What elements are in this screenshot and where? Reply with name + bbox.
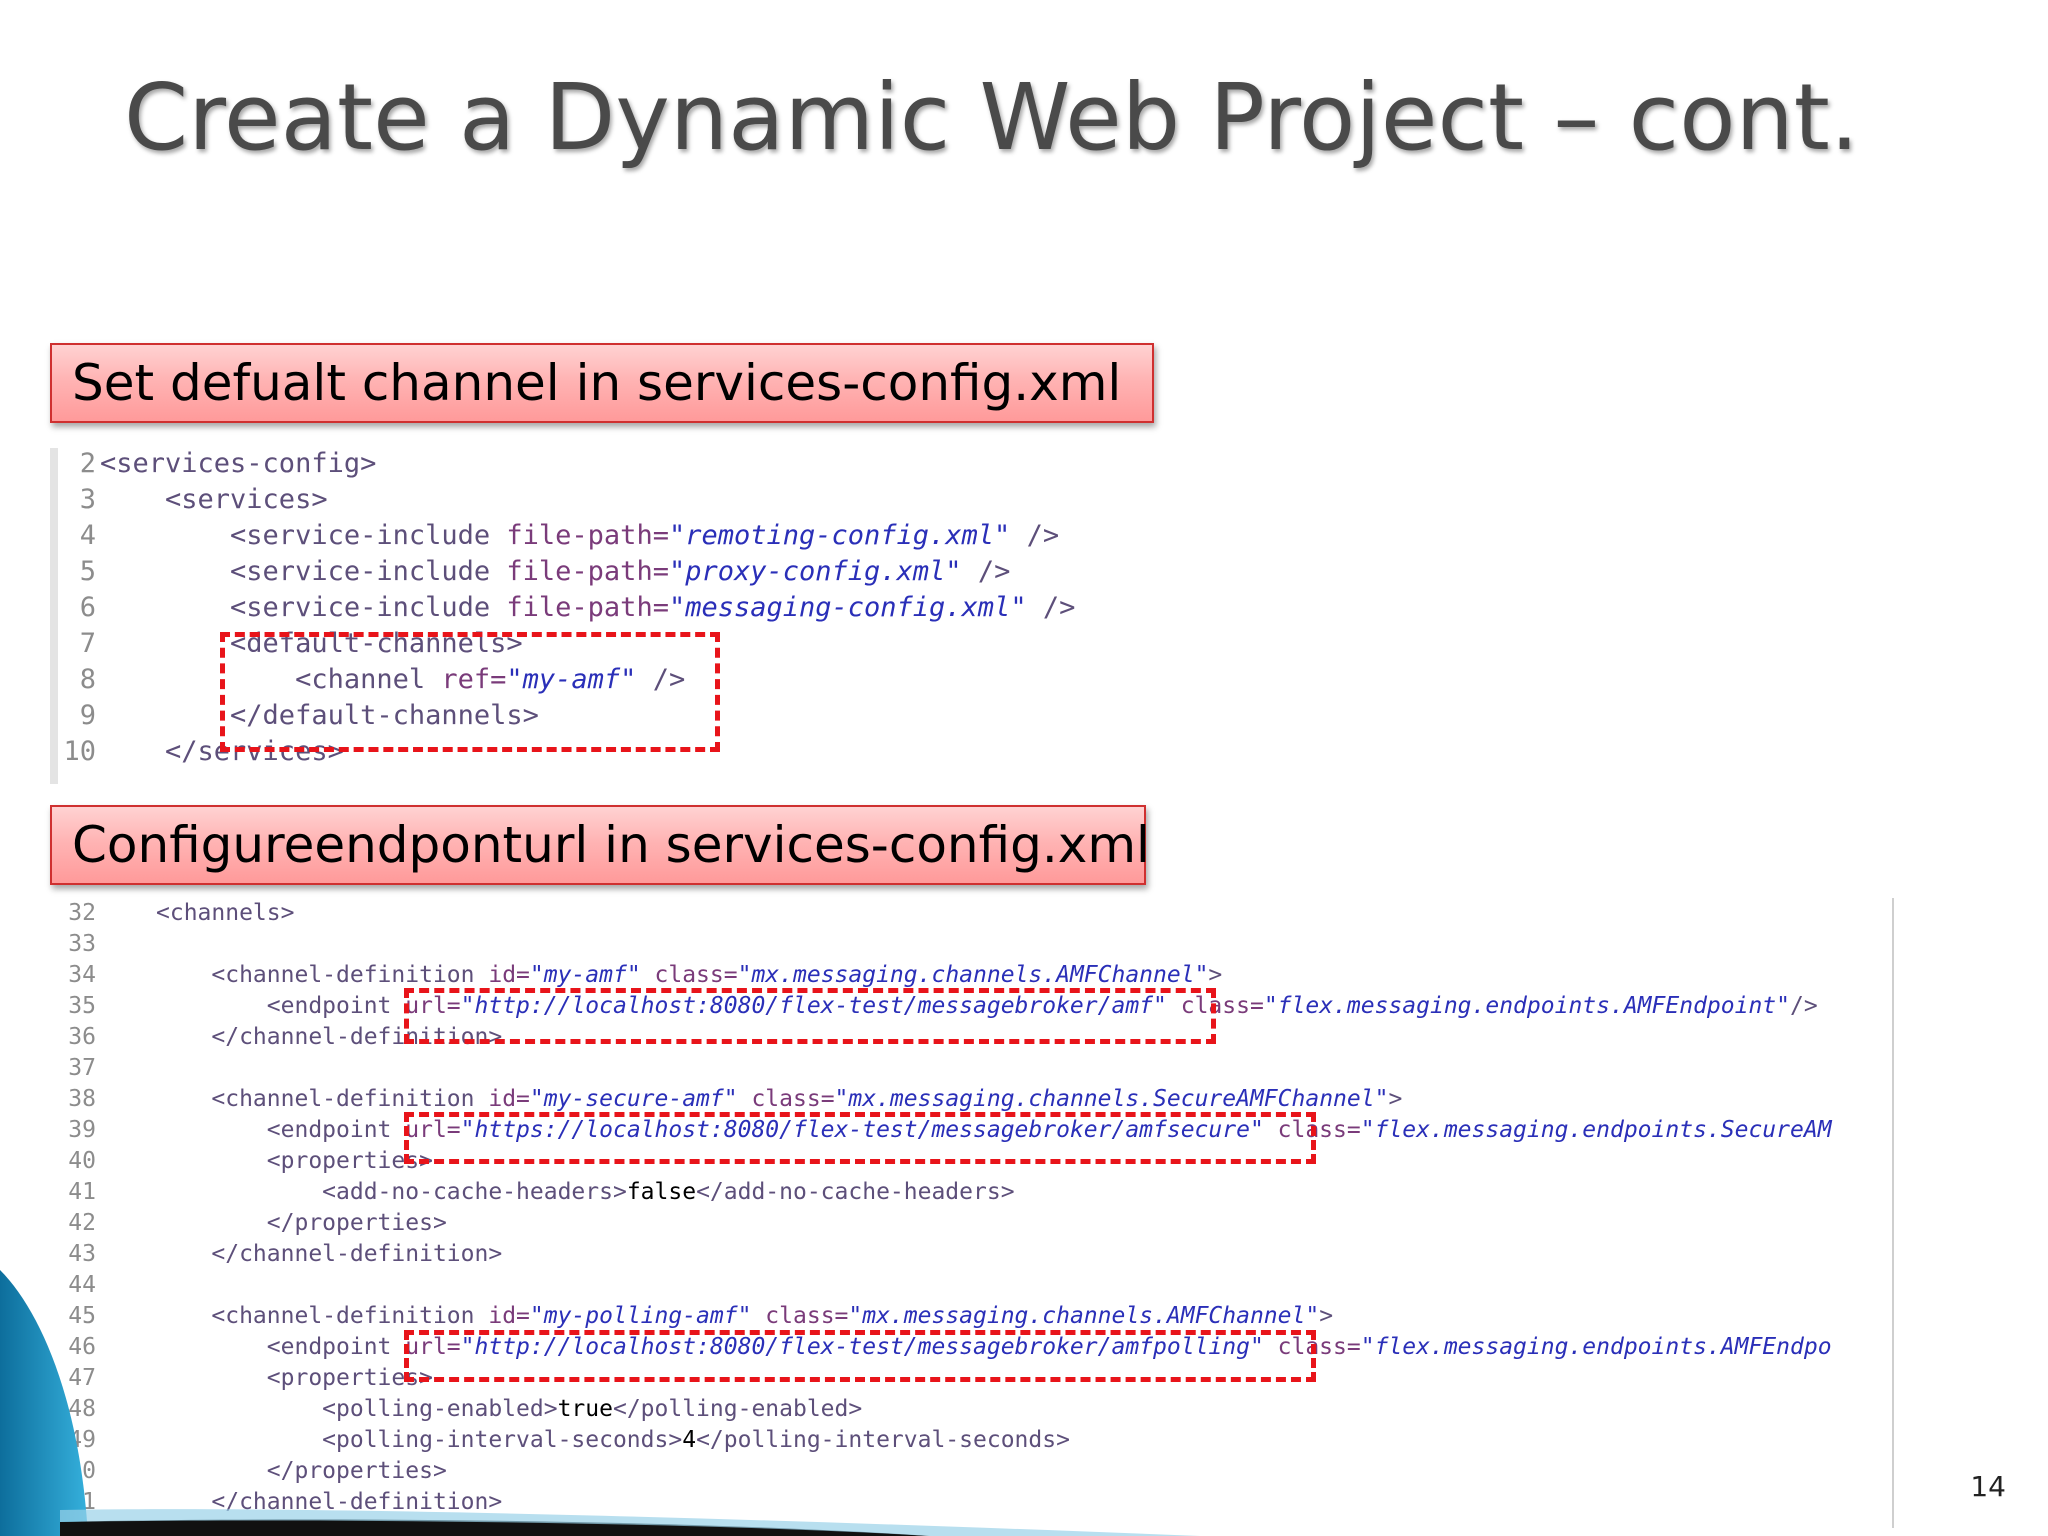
callout-endpoint-url: Configureendponturl in services-config.x… bbox=[50, 805, 1150, 885]
line-number: 34 bbox=[68, 962, 96, 988]
line-number: 40 bbox=[68, 1148, 96, 1174]
code-line: <channel-definition id="my-secure-amf" c… bbox=[156, 1086, 1403, 1112]
line-number: 8 bbox=[79, 664, 96, 695]
line-number: 41 bbox=[68, 1179, 96, 1205]
code-line: </properties> bbox=[156, 1210, 447, 1236]
line-number: 5 bbox=[79, 556, 96, 587]
editor-edge bbox=[1892, 898, 1894, 1528]
line-number: 6 bbox=[79, 592, 96, 623]
highlight-default-channels bbox=[220, 632, 720, 752]
line-number: 4 bbox=[79, 520, 96, 551]
line-number: 33 bbox=[68, 931, 96, 957]
line-number: 39 bbox=[68, 1117, 96, 1143]
code-line: <services-config> bbox=[100, 448, 377, 479]
code-line: </channel-definition> bbox=[156, 1241, 503, 1267]
highlight-amfsecure-url bbox=[404, 1112, 1316, 1164]
line-number: 10 bbox=[63, 736, 96, 767]
line-number: 3 bbox=[79, 484, 96, 515]
line-number: 36 bbox=[68, 1024, 96, 1050]
line-number: 38 bbox=[68, 1086, 96, 1112]
line-number: 37 bbox=[68, 1055, 96, 1081]
line-number: 43 bbox=[68, 1241, 96, 1267]
highlight-amf-url bbox=[404, 988, 1216, 1044]
line-number: 9 bbox=[79, 700, 96, 731]
code-line: <services> bbox=[100, 484, 328, 515]
code-line: <add-no-cache-headers>false</add-no-cach… bbox=[156, 1179, 1015, 1205]
code-line: <service-include file-path="messaging-co… bbox=[100, 592, 1076, 623]
callout-default-channel: Set defualt channel in services-config.x… bbox=[50, 343, 1154, 423]
line-number: 2 bbox=[79, 448, 96, 479]
page-number: 14 bbox=[1970, 1470, 2006, 1503]
line-number: 32 bbox=[68, 900, 96, 926]
code-line: <channel-definition id="my-amf" class="m… bbox=[156, 962, 1223, 988]
code-line: <service-include file-path="proxy-config… bbox=[100, 556, 1011, 587]
slide-title: Create a Dynamic Web Project – cont. bbox=[124, 64, 1860, 171]
line-number: 7 bbox=[79, 628, 96, 659]
swoosh-decoration bbox=[0, 1270, 1200, 1536]
code-line: <properties> bbox=[156, 1148, 433, 1174]
line-number: 35 bbox=[68, 993, 96, 1019]
code-line: <service-include file-path="remoting-con… bbox=[100, 520, 1060, 551]
code-line: <channels> bbox=[156, 900, 295, 926]
line-number: 42 bbox=[68, 1210, 96, 1236]
